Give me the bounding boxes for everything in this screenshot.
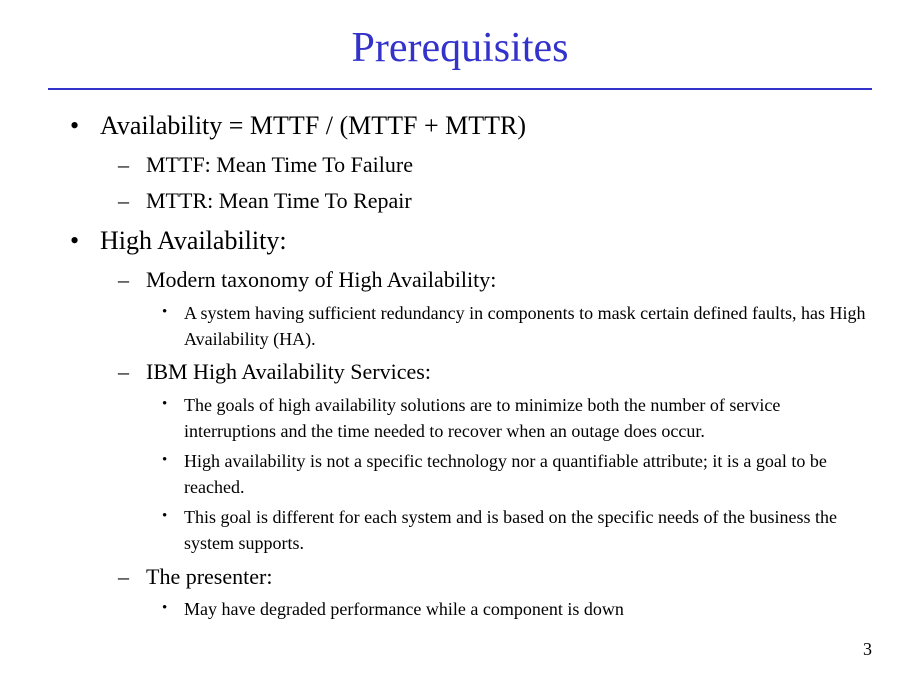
bullet-item: A system having sufficient redundancy in… [184, 300, 872, 352]
bullet-list-level3: A system having sufficient redundancy in… [146, 300, 872, 352]
bullet-item: IBM High Availability Services: The goal… [146, 356, 872, 556]
bullet-text: Availability = MTTF / (MTTF + MTTR) [100, 111, 526, 140]
bullet-text: The goals of high availability solutions… [184, 395, 780, 441]
bullet-item: The goals of high availability solutions… [184, 392, 872, 444]
bullet-list-level3: May have degraded performance while a co… [146, 596, 872, 622]
bullet-text: High Availability: [100, 226, 287, 255]
bullet-item: May have degraded performance while a co… [184, 596, 872, 622]
bullet-list-level1: Availability = MTTF / (MTTF + MTTR) MTTF… [48, 108, 872, 622]
bullet-list-level3: The goals of high availability solutions… [146, 392, 872, 557]
bullet-item: MTTR: Mean Time To Repair [146, 185, 872, 217]
bullet-list-level2: MTTF: Mean Time To Failure MTTR: Mean Ti… [100, 149, 872, 217]
bullet-item: The presenter: May have degraded perform… [146, 561, 872, 623]
bullet-item: MTTF: Mean Time To Failure [146, 149, 872, 181]
bullet-text: High availability is not a specific tech… [184, 451, 827, 497]
title-underline [48, 88, 872, 90]
bullet-item: High availability is not a specific tech… [184, 448, 872, 500]
bullet-item: High Availability: Modern taxonomy of Hi… [100, 223, 872, 623]
bullet-text: A system having sufficient redundancy in… [184, 303, 866, 349]
bullet-item: Availability = MTTF / (MTTF + MTTR) MTTF… [100, 108, 872, 217]
page-number: 3 [863, 639, 872, 660]
bullet-text: May have degraded performance while a co… [184, 599, 624, 619]
bullet-item: This goal is different for each system a… [184, 504, 872, 556]
bullet-text: The presenter: [146, 564, 272, 589]
bullet-list-level2: Modern taxonomy of High Availability: A … [100, 264, 872, 623]
slide-title: Prerequisites [48, 24, 872, 72]
bullet-text: IBM High Availability Services: [146, 359, 431, 384]
bullet-text: MTTR: Mean Time To Repair [146, 188, 412, 213]
bullet-text: Modern taxonomy of High Availability: [146, 267, 496, 292]
bullet-item: Modern taxonomy of High Availability: A … [146, 264, 872, 352]
slide-container: Prerequisites Availability = MTTF / (MTT… [0, 0, 920, 676]
bullet-text: This goal is different for each system a… [184, 507, 837, 553]
bullet-text: MTTF: Mean Time To Failure [146, 152, 413, 177]
